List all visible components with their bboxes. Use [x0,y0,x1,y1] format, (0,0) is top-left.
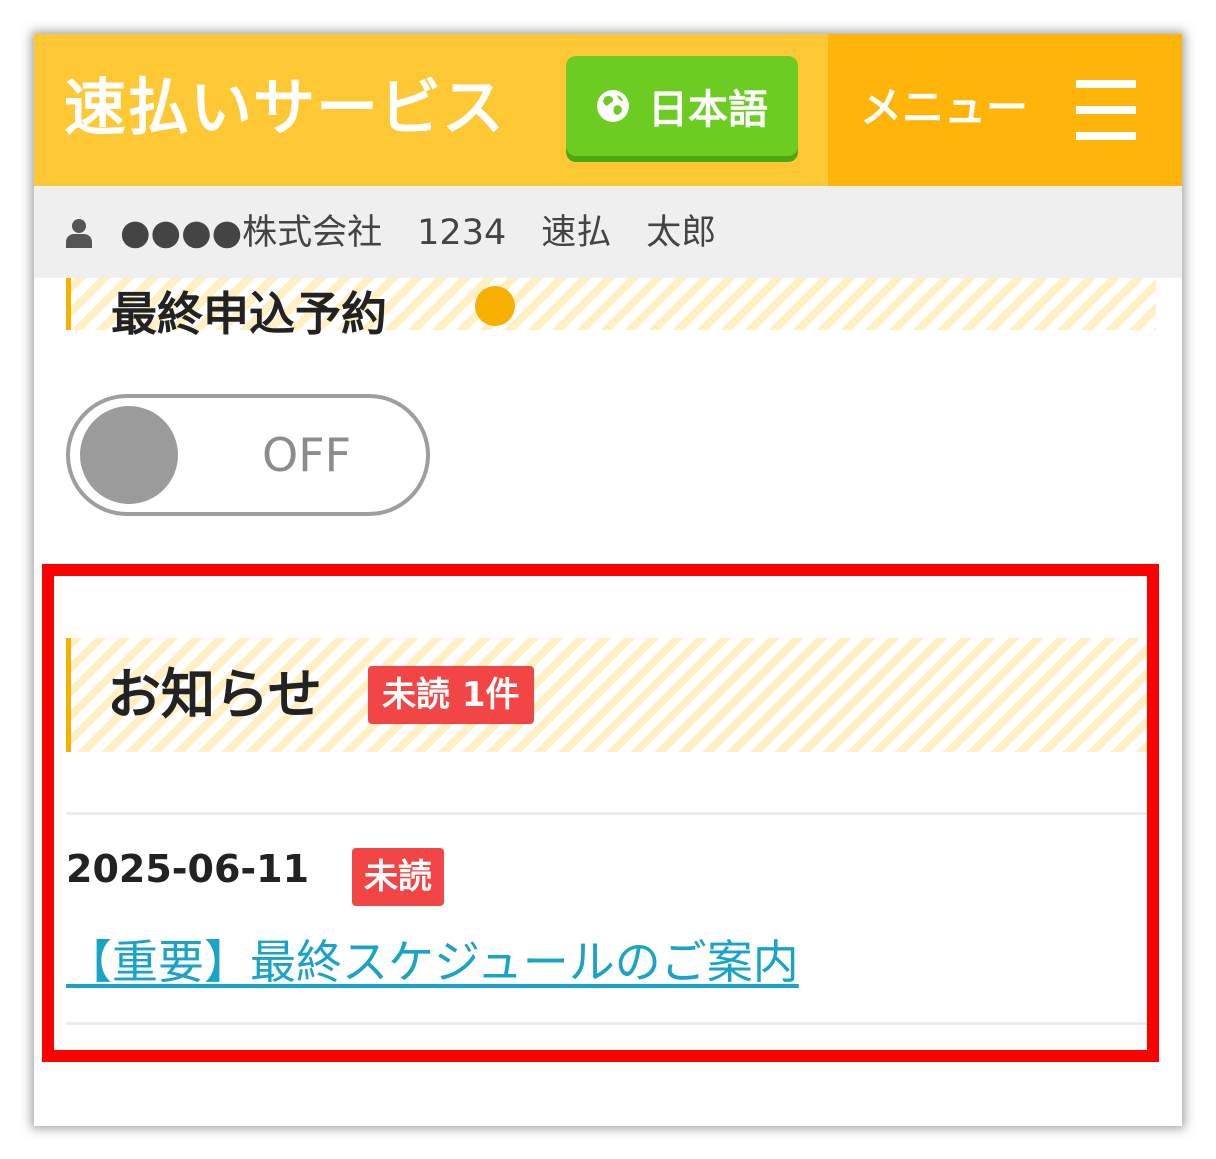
toggle-state-label: OFF [262,428,352,482]
globe-icon [597,90,629,122]
toggle-knob [80,406,178,504]
menu-button[interactable]: メニュー [828,34,1182,186]
language-button-label: 日本語 [648,87,768,133]
menu-label: メニュー [860,83,1029,132]
reservation-toggle[interactable]: OFF [66,394,430,516]
user-info-bar: ●●●●株式会社 1234 速払 太郎 [34,186,1182,278]
hamburger-icon [1076,80,1136,140]
language-button[interactable]: 日本語 [566,56,798,156]
app-header: 速払いサービス 日本語 メニュー [34,34,1182,186]
app-frame: 最終申込予約 速払いサービス 日本語 メニュー ●●●●株式会社 1234 速払… [34,34,1182,1126]
highlight-box [42,564,1159,1062]
user-name-text: ●●●●株式会社 1234 速払 太郎 [120,213,717,253]
user-icon [66,219,92,248]
reservation-section-title: 最終申込予約 [111,287,387,341]
app-title[interactable]: 速払いサービス [64,68,505,148]
help-icon[interactable] [475,286,515,326]
